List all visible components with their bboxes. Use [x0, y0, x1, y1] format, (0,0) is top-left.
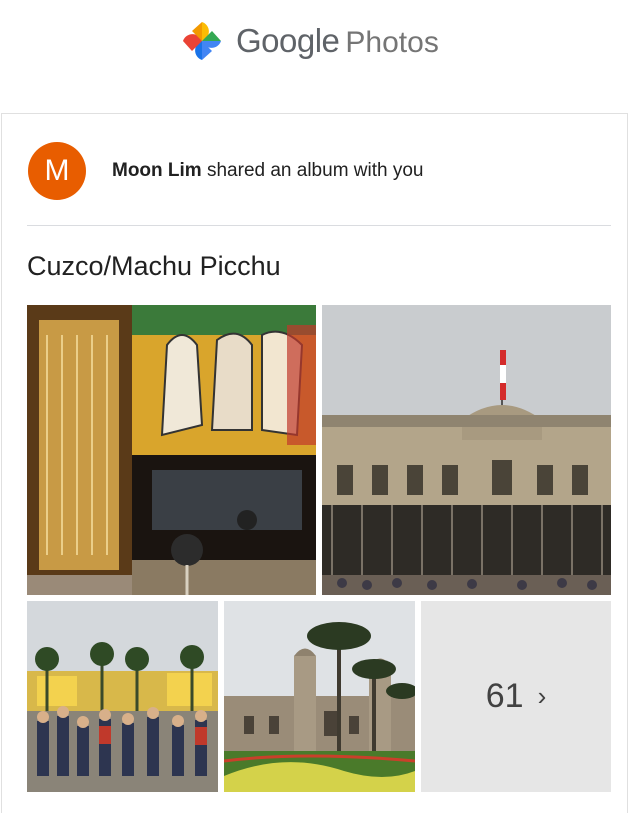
album-photo-1[interactable] [27, 305, 316, 595]
album-photo-3[interactable] [27, 601, 218, 792]
album-title[interactable]: Cuzco/Machu Picchu [27, 251, 281, 282]
more-photos-count: 61 [485, 677, 524, 715]
brand-wordmark: Google Photos [236, 22, 439, 62]
share-message: Moon Lim shared an album with you [112, 160, 424, 182]
photo-restaurant-mural [27, 305, 316, 595]
photo-cathedral [224, 601, 415, 792]
sender-name: Moon Lim [112, 160, 202, 181]
shared-album-card: M Moon Lim shared an album with you Cuzc… [1, 113, 628, 813]
email-header: Google Photos [0, 0, 630, 115]
brand-google-text: Google [236, 22, 340, 59]
chevron-right-icon: › [537, 681, 547, 711]
divider [27, 225, 611, 226]
album-photo-2[interactable] [322, 305, 611, 595]
google-photos-logo-icon [183, 22, 221, 60]
brand-photos-text: Photos [345, 26, 439, 59]
share-message-text: shared an album with you [201, 160, 424, 181]
avatar: M [28, 142, 86, 200]
photo-palace [322, 305, 611, 595]
album-photo-4[interactable] [224, 601, 415, 792]
more-photos-tile[interactable]: 61 › [421, 601, 611, 792]
photo-plaza-crowd [27, 601, 218, 792]
